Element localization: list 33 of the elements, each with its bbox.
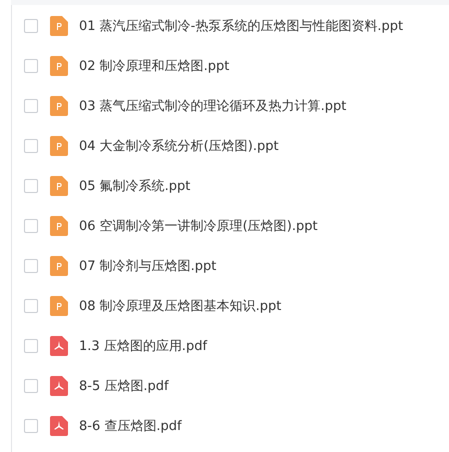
checkbox[interactable] (24, 299, 38, 313)
pdf-file-icon (50, 336, 68, 356)
file-name[interactable]: 8-5 压焓图.pdf (79, 377, 169, 395)
checkbox[interactable] (24, 99, 38, 113)
presentation-file-icon (50, 296, 68, 316)
checkbox[interactable] (24, 219, 38, 233)
checkbox[interactable] (24, 59, 38, 73)
presentation-file-icon (50, 136, 68, 156)
presentation-file-icon (50, 16, 68, 36)
checkbox[interactable] (24, 339, 38, 353)
presentation-file-icon (50, 96, 68, 116)
pdf-file-icon (50, 376, 68, 396)
file-name[interactable]: 06 空调制冷第一讲制冷原理(压焓图).ppt (79, 217, 318, 235)
checkbox[interactable] (24, 379, 38, 393)
file-name[interactable]: 03 蒸气压缩式制冷的理论循环及热力计算.ppt (79, 97, 346, 115)
file-name[interactable]: 02 制冷原理和压焓图.ppt (79, 57, 230, 75)
file-name[interactable]: 01 蒸汽压缩式制冷-热泵系统的压焓图与性能图资料.ppt (79, 17, 404, 35)
checkbox[interactable] (24, 139, 38, 153)
pdf-file-icon (50, 416, 68, 436)
file-name[interactable]: 1.3 压焓图的应用.pdf (79, 337, 208, 355)
checkbox[interactable] (24, 19, 38, 33)
checkbox[interactable] (24, 179, 38, 193)
presentation-file-icon (50, 176, 68, 196)
presentation-file-icon (50, 56, 68, 76)
file-name[interactable]: 05 氟制冷系统.ppt (79, 177, 190, 195)
checkbox[interactable] (24, 259, 38, 273)
file-name[interactable]: 8-6 查压焓图.pdf (79, 417, 182, 435)
file-name[interactable]: 08 制冷原理及压焓图基本知识.ppt (79, 297, 282, 315)
presentation-file-icon (50, 256, 68, 276)
file-name[interactable]: 04 大金制冷系统分析(压焓图).ppt (79, 137, 279, 155)
checkbox[interactable] (24, 419, 38, 433)
presentation-file-icon (50, 216, 68, 236)
file-name[interactable]: 07 制冷剂与压焓图.ppt (79, 257, 216, 275)
